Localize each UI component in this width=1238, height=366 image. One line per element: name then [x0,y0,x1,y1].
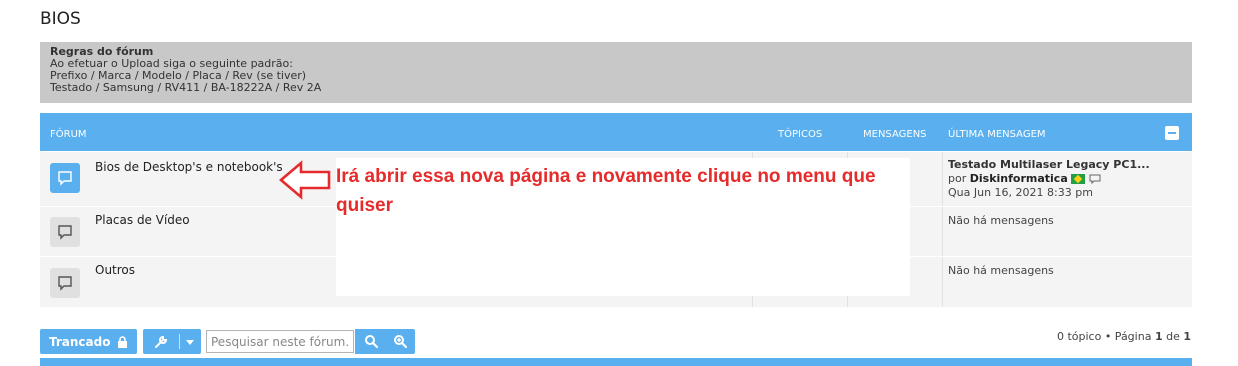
chevron-down-icon [186,340,194,345]
header-last-post: ÚLTIMA MENSAGEM [948,129,1046,140]
speech-bubble-icon [50,163,80,193]
last-post-date: Qua Jun 16, 2021 8:33 pm [948,186,1093,199]
forum-link-outros[interactable]: Outros [95,263,135,277]
brazil-flag-icon [1071,174,1086,184]
speech-bubble-icon [50,268,80,298]
pagination: 0 tópico • Página 1 de 1 [1057,330,1191,343]
locked-button[interactable]: Trancado [40,329,137,354]
last-post-by: por [948,172,967,185]
last-post-info: Testado Multilaser Legacy PC1... por Dis… [948,158,1150,200]
annotation-text: Irá abrir essa nova página e novamente c… [336,166,876,216]
bottom-bar [40,358,1192,366]
red-arrow-icon [279,160,331,200]
current-page: 1 [1154,330,1163,343]
lock-icon [118,335,128,348]
forum-list-header: FÓRUM TÓPICOS MENSAGENS ÚLTIMA MENSAGEM [40,113,1192,151]
last-post-empty: Não há mensagens [948,214,1054,227]
rules-line: Testado / Samsung / RV411 / BA-18222A / … [50,81,322,94]
forum-link-placas-de-video[interactable]: Placas de Vídeo [95,213,190,227]
locked-label: Trancado [49,334,111,349]
speech-bubble-icon [50,217,80,247]
search-icon[interactable] [364,334,378,348]
moderator-tools-button[interactable] [143,329,201,354]
header-posts: MENSAGENS [863,129,927,140]
search-buttons [355,329,415,354]
header-topics: TÓPICOS [778,129,823,140]
header-forum: FÓRUM [50,129,87,140]
page-of: de [1166,330,1180,343]
view-post-icon[interactable] [1089,174,1101,185]
collapse-icon[interactable] [1165,126,1179,140]
forum-link-bios[interactable]: Bios de Desktop's e notebook's [95,160,283,174]
page-title: BIOS [40,9,81,29]
topics-count: 0 tópico • Página [1056,330,1152,343]
total-pages: 1 [1183,330,1191,343]
forum-rules-box: Regras do fórum Ao efetuar o Upload siga… [40,42,1192,103]
last-post-author[interactable]: Diskinformatica [970,172,1068,185]
last-post-title[interactable]: Testado Multilaser Legacy PC1... [948,158,1150,172]
forum-search-input[interactable] [206,330,354,353]
advanced-search-icon[interactable] [393,334,407,348]
wrench-icon [155,335,168,348]
last-post-empty: Não há mensagens [948,264,1054,277]
